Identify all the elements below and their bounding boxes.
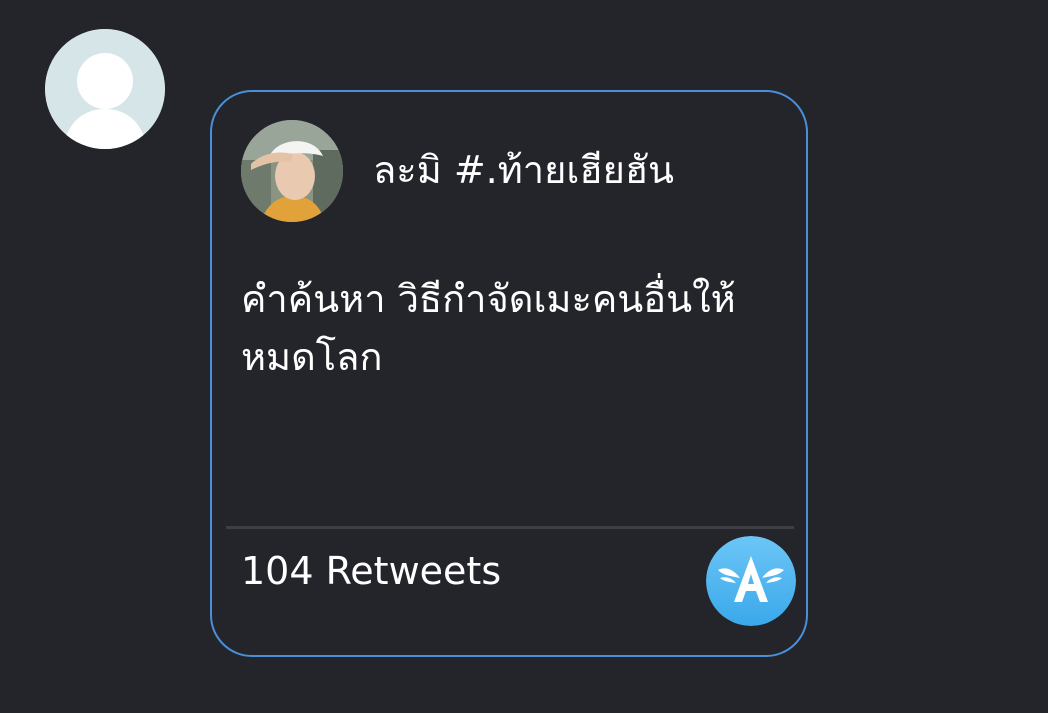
sender-avatar[interactable] xyxy=(45,29,165,149)
tweet-text-line-2: หมดโลก xyxy=(241,335,383,379)
tweet-text: คำค้นหา วิธีกำจัดเมะคนอื่นให้ หมดโลก xyxy=(241,270,761,386)
app-badge xyxy=(706,536,796,626)
tweet-text-line-1: คำค้นหา วิธีกำจัดเมะคนอื่นให้ xyxy=(241,277,736,321)
shared-tweet-card[interactable]: ละมิ #.ท้ายเฮียฮัน คำค้นหา วิธีกำจัดเมะค… xyxy=(210,90,808,657)
winged-a-app-icon xyxy=(706,536,796,626)
retweet-count: 104 Retweets xyxy=(241,549,502,593)
card-divider xyxy=(226,526,794,529)
author-avatar[interactable] xyxy=(241,120,343,222)
default-user-avatar-icon xyxy=(45,29,165,149)
author-name: ละมิ #.ท้ายเฮียฮัน xyxy=(373,148,675,192)
profile-photo xyxy=(241,120,343,222)
